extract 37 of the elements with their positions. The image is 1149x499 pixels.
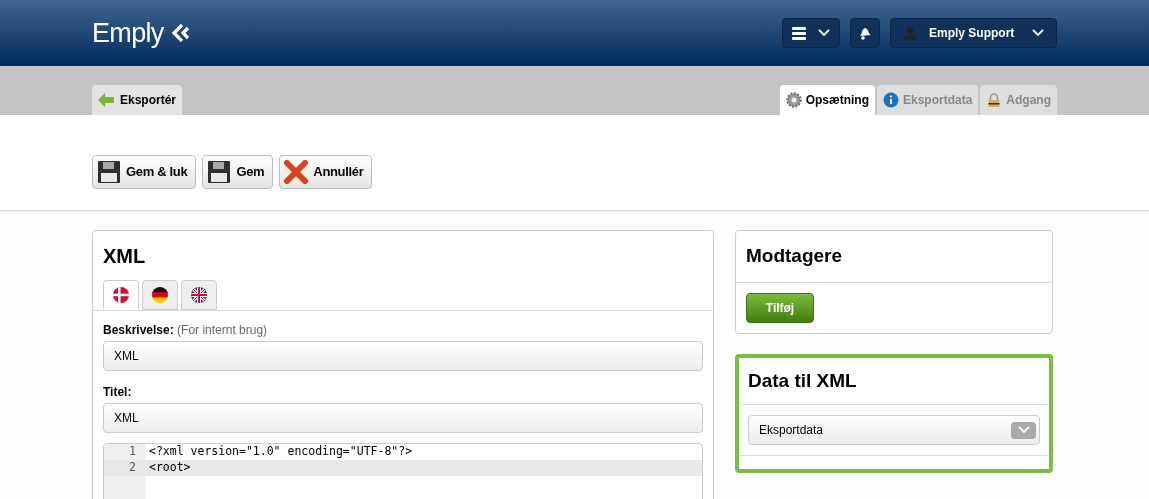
code-line: <?xml version="1.0" encoding="UTF-8"?>	[149, 444, 413, 461]
user-icon	[903, 26, 917, 40]
panel-title: Data til XML	[748, 368, 858, 393]
info-icon	[882, 92, 899, 108]
toolbar-button[interactable]: Gem & luk	[92, 154, 197, 189]
tab[interactable]: Opsætning	[779, 85, 875, 115]
user-menu-button[interactable]: Emply Support	[890, 18, 1057, 48]
panel-title: Modtagere	[746, 244, 844, 268]
bell-icon	[857, 25, 873, 41]
lock-icon	[986, 92, 1003, 108]
language-tab[interactable]	[181, 280, 217, 310]
gear-icon	[785, 92, 802, 108]
notifications-button[interactable]	[850, 18, 880, 48]
back-arrow-icon	[98, 93, 114, 107]
menu-icon	[792, 26, 806, 40]
danish-flag-icon	[113, 287, 129, 303]
cancel-icon	[284, 159, 309, 184]
code-editor[interactable]: 1 <?xml version="1.0" encoding="UTF-8"?> 2 <root>	[103, 443, 703, 499]
toolbar-button[interactable]: Gem	[202, 154, 274, 189]
british-flag-icon	[191, 287, 207, 303]
menu-button[interactable]	[782, 18, 840, 48]
language-tab[interactable]	[142, 280, 178, 310]
chevron-down-icon	[1032, 29, 1044, 37]
line-number: 1	[128, 444, 136, 461]
panel-title: XML	[103, 244, 147, 269]
german-flag-icon	[152, 287, 168, 303]
logo: Emply	[92, 16, 164, 50]
toolbar-button[interactable]: Annullér	[279, 154, 373, 189]
description-field[interactable]: XML	[103, 341, 703, 371]
back-tab[interactable]: Eksportér	[92, 85, 183, 115]
data-select[interactable]: Eksportdata	[748, 415, 1040, 445]
line-number: 2	[128, 459, 136, 477]
chevron-down-icon	[818, 29, 830, 37]
code-line: <root>	[149, 459, 191, 477]
field-label: Titel:	[103, 384, 133, 401]
title-field[interactable]: XML	[103, 403, 703, 433]
field-label: Beskrivelse: (For internt brug)	[103, 322, 269, 339]
